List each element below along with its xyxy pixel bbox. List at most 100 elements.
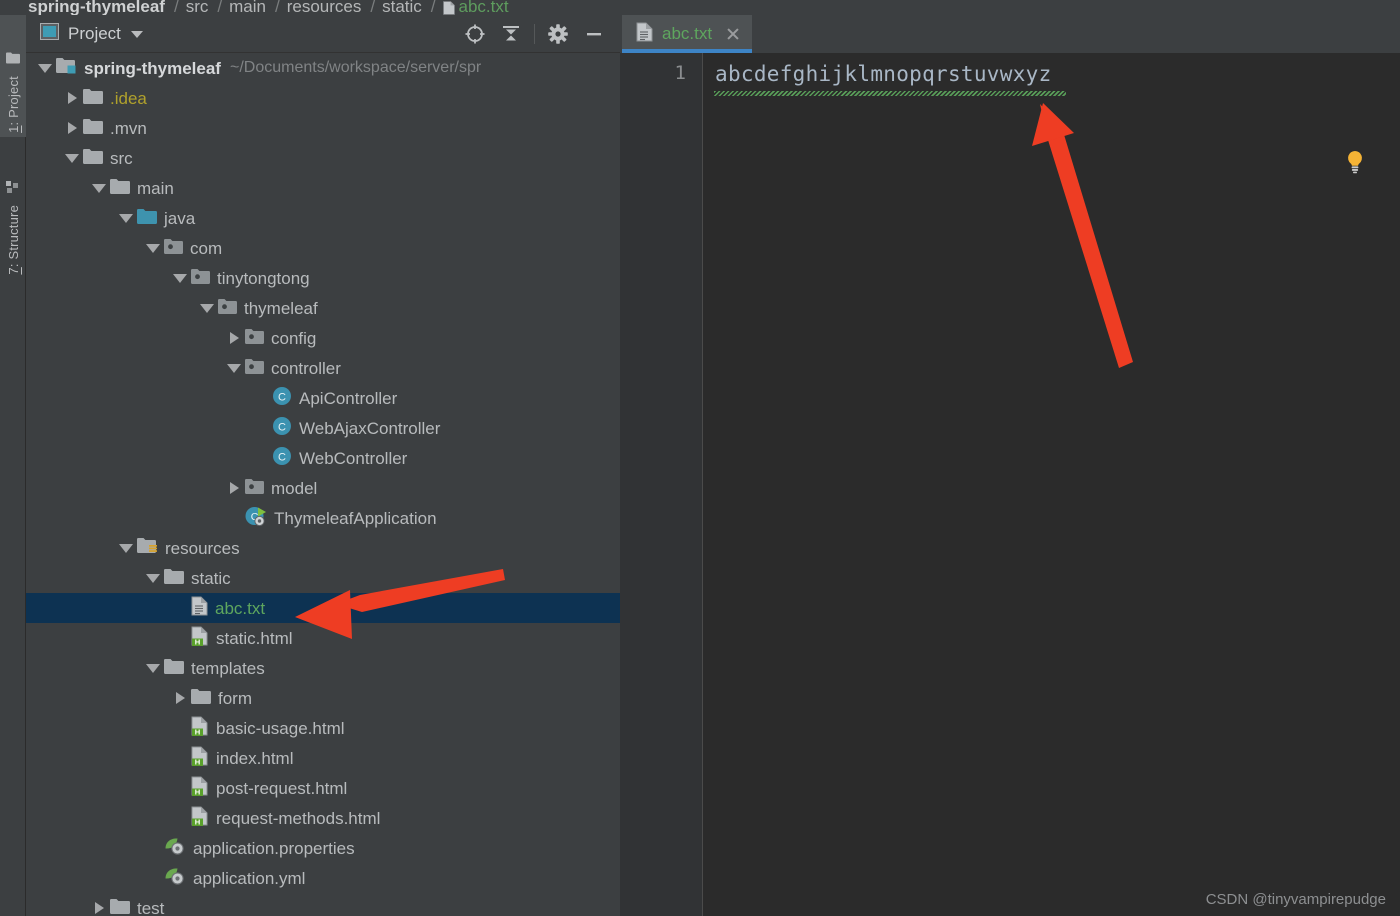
tree-row-label: static	[191, 568, 231, 588]
breadcrumb-segment[interactable]: main	[229, 0, 266, 15]
tree-row[interactable]: tinytongtong	[26, 263, 620, 293]
locate-file-icon[interactable]	[457, 19, 493, 49]
folder-icon	[110, 898, 130, 916]
tree-row[interactable]: main	[26, 173, 620, 203]
tree-row-label: ApiController	[299, 388, 398, 408]
svg-text:H: H	[195, 817, 200, 825]
lightbulb-icon[interactable]	[1345, 150, 1365, 179]
tree-row[interactable]: model	[26, 473, 620, 503]
page-title: Project	[68, 23, 121, 43]
chevron-down-icon[interactable]	[92, 181, 106, 195]
tree-row-label: spring-thymeleaf	[84, 58, 221, 78]
chevron-down-icon[interactable]	[146, 661, 160, 675]
chevron-down-icon[interactable]	[65, 151, 79, 165]
close-icon[interactable]	[726, 27, 740, 41]
tree-row[interactable]: C WebAjaxController	[26, 413, 620, 443]
package-icon	[191, 268, 210, 289]
chevron-down-icon[interactable]	[119, 211, 133, 225]
runnable-class-icon: C	[245, 506, 267, 531]
tree-row[interactable]: C WebController	[26, 443, 620, 473]
chevron-down-icon[interactable]	[200, 301, 214, 315]
chevron-right-icon[interactable]	[65, 91, 79, 105]
chevron-down-icon[interactable]	[130, 31, 143, 38]
chevron-right-icon[interactable]	[173, 691, 187, 705]
folder-icon	[83, 148, 103, 169]
line-number: 1	[674, 62, 686, 84]
tree-row-selected[interactable]: abc.txt	[26, 593, 620, 623]
project-panel-header: Project	[26, 15, 620, 53]
breadcrumb-segment[interactable]: resources	[287, 0, 362, 15]
tree-row-label: resources	[165, 538, 240, 558]
breadcrumb: spring-thymeleaf / src / main / resources / stat…	[0, 0, 1400, 15]
breadcrumb-segment[interactable]: static	[382, 0, 422, 15]
chevron-right-icon[interactable]	[227, 481, 241, 495]
tool-window-label-project: 1: Project	[5, 76, 21, 133]
tree-row-label: application.properties	[193, 838, 355, 858]
svg-text:H: H	[195, 637, 200, 645]
tree-row-label: .idea	[110, 88, 147, 108]
chevron-right-icon[interactable]	[92, 901, 106, 915]
chevron-down-icon[interactable]	[38, 61, 52, 75]
svg-text:C: C	[278, 421, 286, 433]
tree-row[interactable]: config	[26, 323, 620, 353]
chevron-down-icon[interactable]	[119, 541, 133, 555]
tree-row[interactable]: templates	[26, 653, 620, 683]
sidebar-item-structure[interactable]: 7: Structure	[0, 143, 26, 279]
package-icon	[218, 298, 237, 319]
breadcrumb-segment[interactable]: src	[186, 0, 209, 15]
tree-row[interactable]: Hbasic-usage.html	[26, 713, 620, 743]
text-file-icon	[442, 1, 455, 15]
tree-row[interactable]: form	[26, 683, 620, 713]
tree-row[interactable]: controller	[26, 353, 620, 383]
tree-row-label: static.html	[216, 628, 293, 648]
tree-row[interactable]: com	[26, 233, 620, 263]
tree-row[interactable]: application.properties	[26, 833, 620, 863]
tree-row[interactable]: .idea	[26, 83, 620, 113]
tree-row[interactable]: Hrequest-methods.html	[26, 803, 620, 833]
text-file-icon	[636, 22, 653, 47]
watermark: CSDN @tinyvampirepudge	[1205, 891, 1386, 908]
project-view-icon	[40, 22, 59, 45]
tree-row[interactable]: test	[26, 893, 620, 916]
collapse-all-icon[interactable]	[493, 19, 529, 49]
tree-row[interactable]: src	[26, 143, 620, 173]
tree-row-label: application.yml	[193, 868, 306, 888]
chevron-right-icon[interactable]	[65, 121, 79, 135]
tree-row[interactable]: Hindex.html	[26, 743, 620, 773]
chevron-right-icon[interactable]	[227, 331, 241, 345]
tree-row[interactable]: static	[26, 563, 620, 593]
tree-row[interactable]: spring-thymeleaf ~/Documents/workspace/se…	[26, 53, 620, 83]
tree-row[interactable]: C ApiController	[26, 383, 620, 413]
tree-row[interactable]: Hstatic.html	[26, 623, 620, 653]
tree-row[interactable]: java	[26, 203, 620, 233]
tree-row[interactable]: resources	[26, 533, 620, 563]
tree-row[interactable]: Hpost-request.html	[26, 773, 620, 803]
tree-row[interactable]: C ThymeleafApplication	[26, 503, 620, 533]
tree-row[interactable]: .mvn	[26, 113, 620, 143]
source-folder-icon	[137, 208, 157, 229]
gear-icon[interactable]	[540, 19, 576, 49]
folder-icon	[164, 568, 184, 589]
package-icon	[245, 328, 264, 349]
breadcrumb-segment[interactable]: abc.txt	[459, 0, 509, 15]
text-file-icon	[191, 596, 208, 621]
minimize-icon[interactable]	[576, 19, 612, 49]
tree-row[interactable]: application.yml	[26, 863, 620, 893]
tab-abc-txt[interactable]: abc.txt	[622, 15, 753, 53]
editor-gutter: 1	[620, 53, 703, 916]
breadcrumb-segment[interactable]: spring-thymeleaf	[28, 0, 165, 15]
resources-folder-icon	[137, 537, 158, 559]
project-file-tree[interactable]: spring-thymeleaf ~/Documents/workspace/se…	[26, 53, 620, 916]
chevron-down-icon[interactable]	[227, 361, 241, 375]
chevron-down-icon[interactable]	[146, 571, 160, 585]
project-view-selector[interactable]: Project	[26, 22, 143, 45]
sidebar-item-project[interactable]: 1: Project	[0, 15, 26, 137]
tree-row[interactable]: thymeleaf	[26, 293, 620, 323]
chevron-down-icon[interactable]	[146, 241, 160, 255]
tree-row-label: main	[137, 178, 174, 198]
chevron-down-icon[interactable]	[173, 271, 187, 285]
text-editor[interactable]: 1 abcdefghijklmnopqrstuvwxyz CSDN @tinyv…	[620, 53, 1400, 916]
